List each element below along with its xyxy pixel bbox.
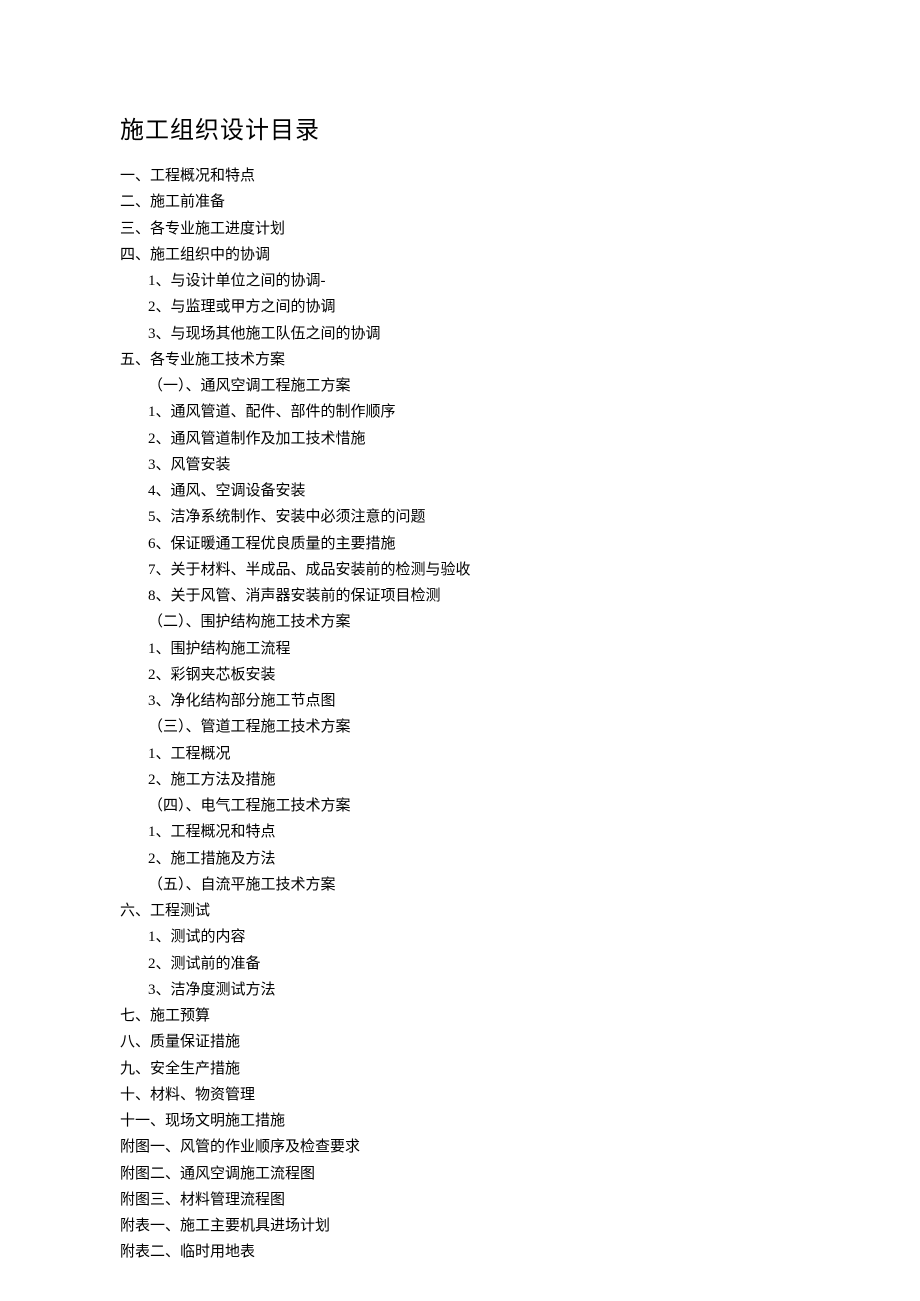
toc-entry: （一）、通风空调工程施工方案 bbox=[148, 373, 800, 399]
toc-entry: 2、通风管道制作及加工技术惜施 bbox=[148, 426, 800, 452]
toc-entry: （四）、电气工程施工技术方案 bbox=[148, 793, 800, 819]
toc-entry: 3、风管安装 bbox=[148, 452, 800, 478]
toc-entry: 1、通风管道、配件、部件的制作顺序 bbox=[148, 399, 800, 425]
toc-entry: 2、与监理或甲方之间的协调 bbox=[148, 294, 800, 320]
toc-entry: 2、施工措施及方法 bbox=[148, 846, 800, 872]
toc-entry: 1、工程概况和特点 bbox=[148, 819, 800, 845]
toc-entry: 3、与现场其他施工队伍之间的协调 bbox=[148, 321, 800, 347]
table-of-contents: 一、工程概况和特点二、施工前准备三、各专业施工进度计划四、施工组织中的协调1、与… bbox=[120, 163, 800, 1266]
toc-entry: 三、各专业施工进度计划 bbox=[120, 216, 800, 242]
toc-entry: 8、关于风管、消声器安装前的保证项目检测 bbox=[148, 583, 800, 609]
toc-entry: 1、测试的内容 bbox=[148, 924, 800, 950]
toc-entry: 二、施工前准备 bbox=[120, 189, 800, 215]
toc-entry: 八、质量保证措施 bbox=[120, 1029, 800, 1055]
toc-entry: 7、关于材料、半成品、成品安装前的检测与验收 bbox=[148, 557, 800, 583]
toc-entry: 附图二、通风空调施工流程图 bbox=[120, 1161, 800, 1187]
toc-entry: 十一、现场文明施工措施 bbox=[120, 1108, 800, 1134]
toc-entry: 附表二、临时用地表 bbox=[120, 1239, 800, 1265]
toc-entry: 一、工程概况和特点 bbox=[120, 163, 800, 189]
toc-entry: 九、安全生产措施 bbox=[120, 1056, 800, 1082]
toc-entry: 附图一、风管的作业顺序及检查要求 bbox=[120, 1134, 800, 1160]
toc-entry: 附表一、施工主要机具进场计划 bbox=[120, 1213, 800, 1239]
toc-entry: 十、材料、物资管理 bbox=[120, 1082, 800, 1108]
toc-entry: 4、通风、空调设备安装 bbox=[148, 478, 800, 504]
toc-entry: 五、各专业施工技术方案 bbox=[120, 347, 800, 373]
toc-entry: 3、净化结构部分施工节点图 bbox=[148, 688, 800, 714]
toc-entry: （三）、管道工程施工技术方案 bbox=[148, 714, 800, 740]
toc-entry: 附图三、材料管理流程图 bbox=[120, 1187, 800, 1213]
toc-entry: 6、保证暖通工程优良质量的主要措施 bbox=[148, 531, 800, 557]
toc-entry: 四、施工组织中的协调 bbox=[120, 242, 800, 268]
toc-entry: 1、工程概况 bbox=[148, 741, 800, 767]
toc-entry: 2、彩钢夹芯板安装 bbox=[148, 662, 800, 688]
toc-entry: 3、洁净度测试方法 bbox=[148, 977, 800, 1003]
toc-entry: 1、围护结构施工流程 bbox=[148, 636, 800, 662]
toc-entry: 2、测试前的准备 bbox=[148, 951, 800, 977]
toc-entry: 5、洁净系统制作、安装中必须注意的问题 bbox=[148, 504, 800, 530]
toc-entry: 七、施工预算 bbox=[120, 1003, 800, 1029]
toc-entry: 1、与设计单位之间的协调- bbox=[148, 268, 800, 294]
document-title: 施工组织设计目录 bbox=[120, 110, 800, 145]
toc-entry: （二）、围护结构施工技术方案 bbox=[148, 609, 800, 635]
toc-entry: 六、工程测试 bbox=[120, 898, 800, 924]
toc-entry: 2、施工方法及措施 bbox=[148, 767, 800, 793]
toc-entry: （五）、自流平施工技术方案 bbox=[148, 872, 800, 898]
